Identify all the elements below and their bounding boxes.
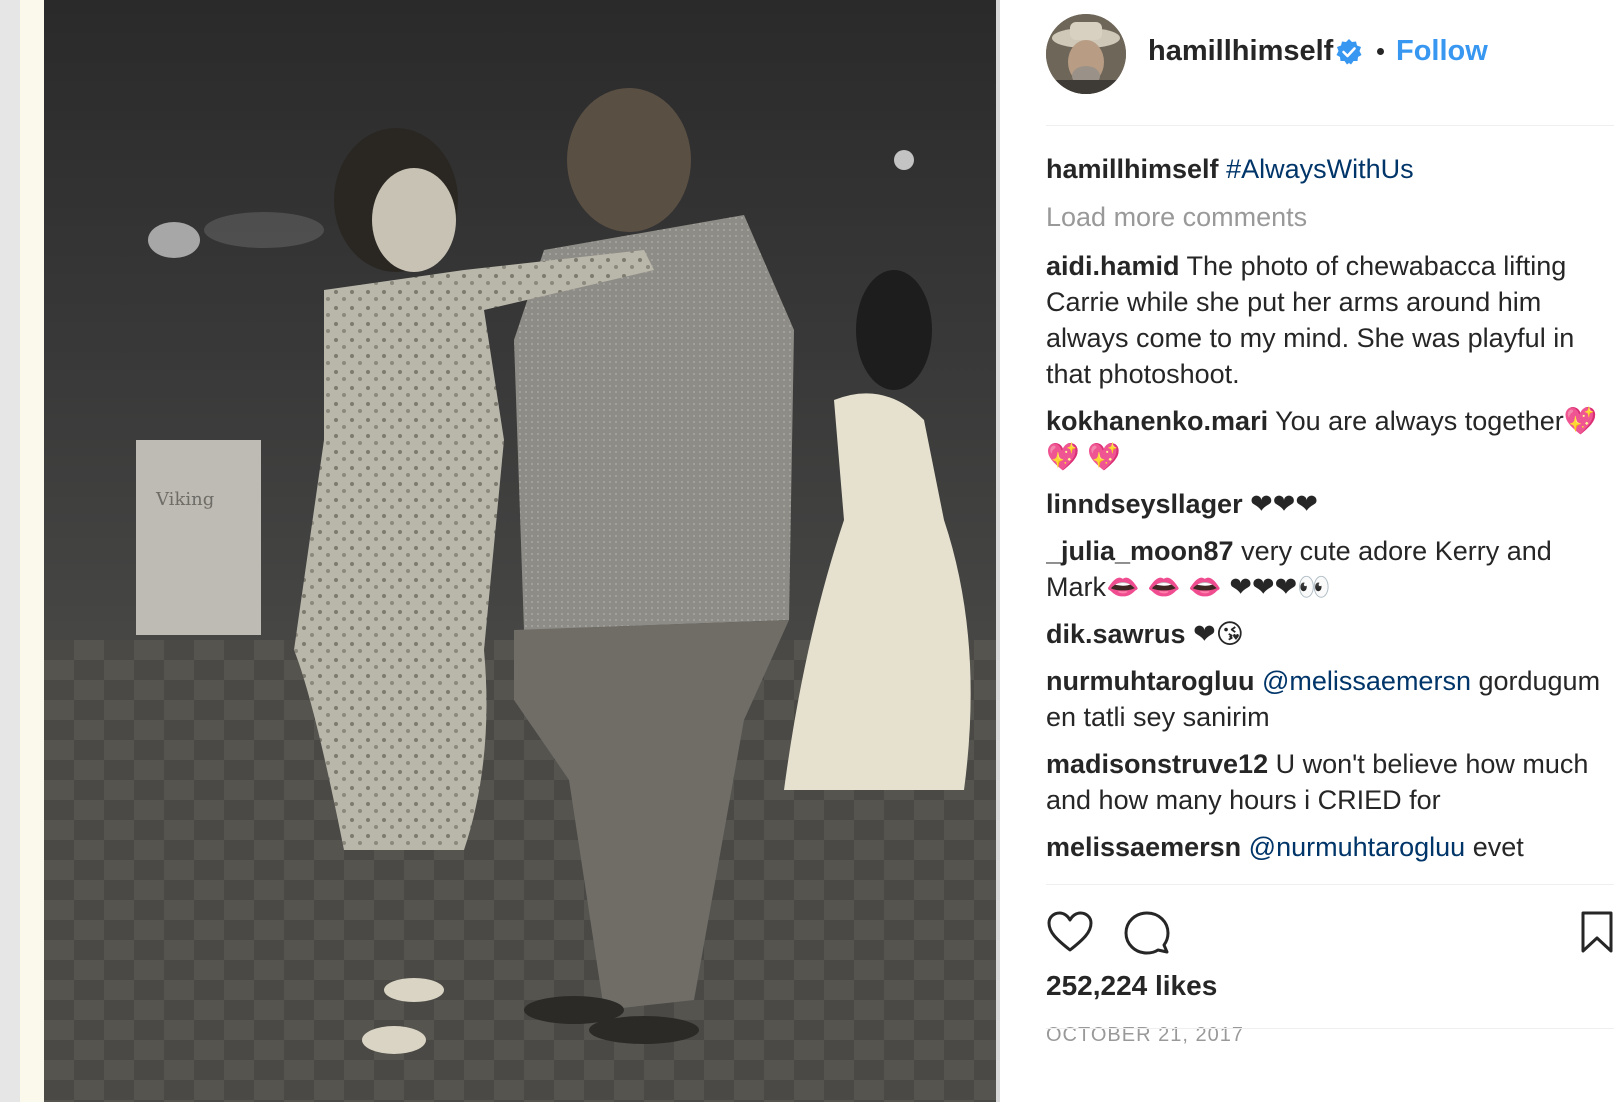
svg-text:Viking: Viking (155, 489, 214, 510)
comment-text: ❤😘 (1193, 619, 1244, 649)
post-date[interactable]: OCTOBER 21, 2017 (1046, 1020, 1244, 1050)
header-divider (1046, 125, 1614, 126)
comment-username[interactable]: melissaemersn (1046, 832, 1241, 862)
comment-item: melissaemersn @nurmuhtarogluu evet (1046, 829, 1606, 865)
photo-border (0, 0, 20, 1102)
verified-badge-icon (1336, 39, 1362, 65)
comment-item: nurmuhtarogluu @melissaemersn gordugum e… (1046, 663, 1606, 735)
comment-username[interactable]: kokhanenko.mari (1046, 406, 1268, 436)
separator-dot (1377, 48, 1384, 55)
author-username[interactable]: hamillhimself (1148, 32, 1333, 70)
load-more-comments-button[interactable]: Load more comments (1046, 198, 1606, 236)
bookmark-icon[interactable] (1580, 910, 1614, 954)
comment-username[interactable]: aidi.hamid (1046, 251, 1180, 281)
avatar[interactable] (1046, 14, 1126, 94)
comment-item: linndseysllager ❤❤❤ (1046, 486, 1606, 522)
post-sidebar: hamillhimself Follow hamillhimself #Alwa… (1000, 0, 1614, 1102)
post-actions (1046, 910, 1614, 966)
post-header: hamillhimself Follow (1000, 0, 1614, 128)
heart-icon[interactable] (1046, 910, 1094, 954)
comment-username[interactable]: linndseysllager (1046, 489, 1243, 519)
footer-divider (1046, 1028, 1614, 1029)
comments-divider (1046, 884, 1614, 885)
comment-item: aidi.hamid The photo of chewabacca lifti… (1046, 248, 1606, 392)
comment-username[interactable]: dik.sawrus (1046, 619, 1186, 649)
comment-mention[interactable]: @nurmuhtarogluu (1249, 832, 1466, 862)
comment-item: _julia_moon87 very cute adore Kerry and … (1046, 533, 1606, 605)
comment-item: kokhanenko.mari You are always together💖… (1046, 403, 1606, 475)
likes-count[interactable]: 252,224 likes (1046, 966, 1217, 1006)
comment-mention[interactable]: @melissaemersn (1262, 666, 1471, 696)
caption-username[interactable]: hamillhimself (1046, 154, 1219, 184)
caption-hashtag[interactable]: #AlwaysWithUs (1226, 154, 1414, 184)
comment-item: dik.sawrus ❤😘 (1046, 616, 1606, 652)
comment-bubble-icon[interactable] (1124, 910, 1170, 956)
follow-button[interactable]: Follow (1396, 32, 1488, 70)
comment-username[interactable]: madisonstruve12 (1046, 749, 1268, 779)
comment-username[interactable]: nurmuhtarogluu (1046, 666, 1254, 696)
post-photo[interactable]: Viking (0, 0, 1000, 1102)
comment-text: ❤❤❤ (1250, 489, 1318, 519)
post-caption: hamillhimself #AlwaysWithUs (1046, 150, 1606, 188)
comments-list[interactable]: hamillhimself #AlwaysWithUs Load more co… (1046, 150, 1606, 880)
comment-text: evet (1472, 832, 1524, 862)
dancing-couple-photo: Viking (44, 0, 996, 1102)
comment-username[interactable]: _julia_moon87 (1046, 536, 1234, 566)
comment-item: madisonstruve12 U won't believe how much… (1046, 746, 1606, 818)
